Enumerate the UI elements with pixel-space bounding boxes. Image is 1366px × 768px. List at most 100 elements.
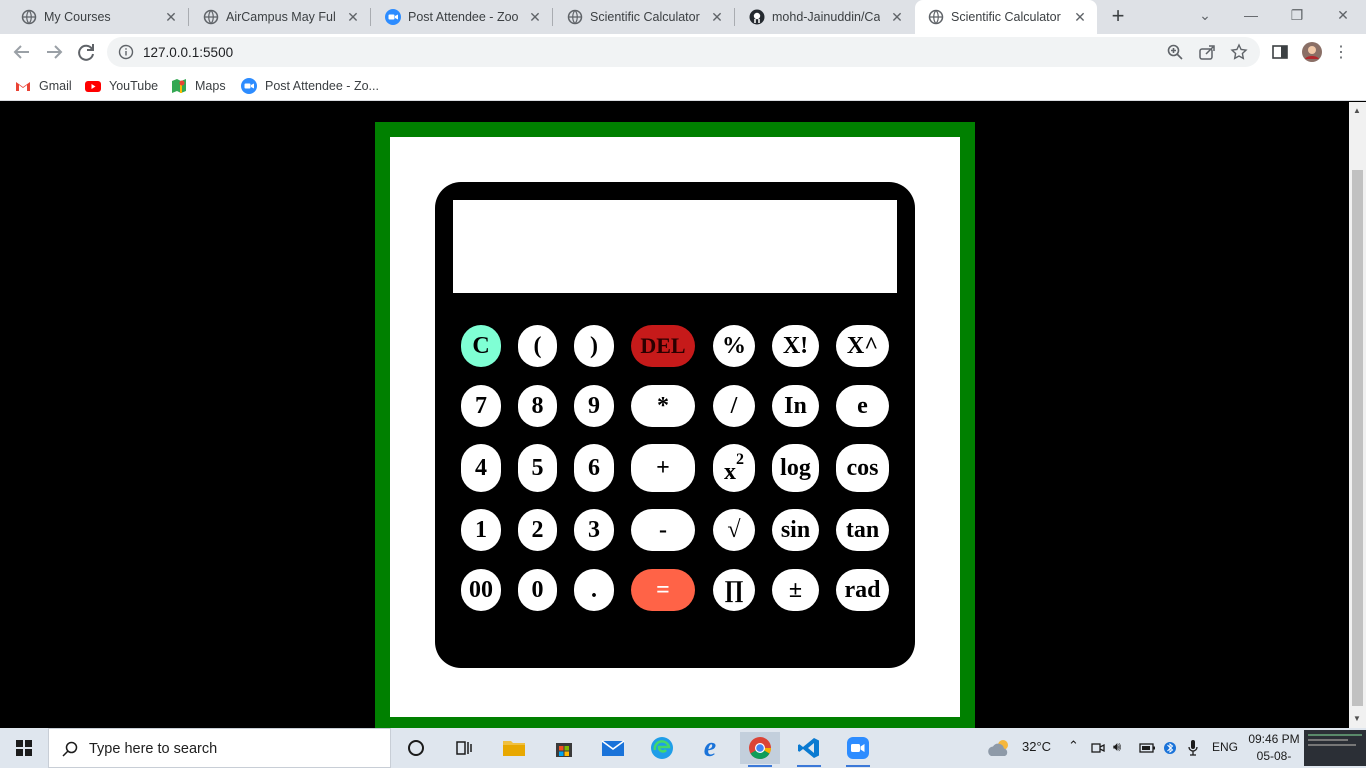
meet-now-icon[interactable] [1091, 741, 1105, 755]
browser-tab[interactable]: Scientific Calculator ✕ [554, 0, 735, 34]
page-scrollbar[interactable]: ▲ ▼ [1349, 102, 1366, 728]
task-view-icon[interactable] [444, 732, 484, 764]
input-language-indicator[interactable]: ENG [1212, 740, 1238, 754]
key-close-paren-button[interactable]: ) [574, 325, 614, 367]
edge-icon[interactable] [642, 732, 682, 764]
key-log-button[interactable]: log [772, 444, 819, 492]
reload-icon[interactable] [74, 40, 98, 64]
close-window-button[interactable]: ✕ [1328, 4, 1358, 26]
calculator-display[interactable] [453, 200, 897, 293]
key-label: 3 [588, 516, 600, 543]
address-bar[interactable]: 127.0.0.1:5500 [107, 37, 1260, 67]
key-00-button[interactable]: 00 [461, 569, 501, 611]
bookmark-maps[interactable]: Maps [171, 77, 226, 95]
close-tab-icon[interactable]: ✕ [526, 8, 544, 26]
battery-icon[interactable] [1139, 741, 1157, 755]
key-e-button[interactable]: e [836, 385, 889, 427]
key-in-button[interactable]: In [772, 385, 819, 427]
key-0-button[interactable]: 0 [518, 569, 557, 611]
key-multiply-button[interactable]: * [631, 385, 695, 427]
key-sqrt-button[interactable]: √ [713, 509, 755, 551]
bookmark-zoom[interactable]: Post Attendee - Zo... [241, 77, 379, 95]
browser-menu-icon[interactable]: ⋮ [1333, 42, 1349, 62]
browser-tab[interactable]: Scientific Calculator ✕ [915, 0, 1097, 34]
close-tab-icon[interactable]: ✕ [1071, 8, 1089, 26]
key-decimal-button[interactable]: . [574, 569, 614, 611]
key-del-button[interactable]: DEL [631, 325, 695, 367]
key-9-button[interactable]: 9 [574, 385, 614, 427]
tab-search-icon[interactable]: ⌄ [1190, 4, 1220, 26]
bluetooth-icon[interactable] [1164, 739, 1176, 757]
key-plus-minus-button[interactable]: ± [772, 569, 819, 611]
key-plus-button[interactable]: + [631, 444, 695, 492]
key-8-button[interactable]: 8 [518, 385, 557, 427]
bookmark-youtube[interactable]: YouTube [85, 77, 158, 95]
windows-start-icon[interactable] [0, 728, 48, 768]
browser-tab[interactable]: AirCampus May Full St ✕ [190, 0, 371, 34]
browser-tab[interactable]: mohd-Jainuddin/Calcu ✕ [736, 0, 914, 34]
close-tab-icon[interactable]: ✕ [344, 8, 362, 26]
key-c-button[interactable]: C [461, 325, 501, 367]
site-info-icon[interactable] [118, 44, 134, 60]
close-tab-icon[interactable]: ✕ [708, 8, 726, 26]
key-tan-button[interactable]: tan [836, 509, 889, 551]
bookmark-gmail[interactable]: Gmail [15, 77, 72, 95]
new-tab-button[interactable]: + [1106, 5, 1130, 28]
scrollbar-thumb[interactable] [1352, 170, 1363, 706]
scroll-up-arrow-icon[interactable]: ▲ [1353, 106, 1361, 115]
system-clock[interactable]: 09:46 PM 05-08-2022 [1246, 731, 1302, 767]
profile-avatar[interactable] [1302, 42, 1322, 62]
vscode-icon[interactable] [789, 732, 829, 767]
calculator-frame: C () DEL% X! X^ 7 8 9 * / In e 4 5 6 + x 2 log cos 1 2 3 - √ sin t… [375, 122, 975, 728]
key-6-button[interactable]: 6 [574, 444, 614, 492]
weather-cloud-icon[interactable] [987, 736, 1013, 760]
key-square-button[interactable]: x2 [713, 444, 755, 492]
minimize-button[interactable]: — [1236, 4, 1266, 26]
key-4-button[interactable]: 4 [461, 444, 501, 492]
key-divide-button[interactable]: / [713, 385, 755, 427]
close-tab-icon[interactable]: ✕ [162, 8, 180, 26]
cortana-icon[interactable] [396, 732, 436, 764]
key-7-button[interactable]: 7 [461, 385, 501, 427]
key-sin-button[interactable]: sin [772, 509, 819, 551]
key-3-button[interactable]: 3 [574, 509, 614, 551]
key-equals-button[interactable]: = [631, 569, 695, 611]
browser-tab[interactable]: My Courses ✕ [8, 0, 189, 34]
restore-button[interactable]: ❐ [1282, 4, 1312, 26]
key-5-button[interactable]: 5 [518, 444, 557, 492]
back-arrow-icon[interactable] [10, 40, 34, 64]
internet-explorer-icon[interactable]: e [690, 732, 730, 764]
key-power-button[interactable]: X^ [836, 325, 889, 367]
chrome-icon[interactable] [740, 732, 780, 767]
key-open-paren-button[interactable]: ( [518, 325, 557, 367]
file-explorer-icon[interactable] [494, 732, 534, 764]
scroll-down-arrow-icon[interactable]: ▼ [1353, 714, 1361, 723]
key-pi-button[interactable]: ∏ [713, 569, 755, 611]
key-rad-button[interactable]: rad [836, 569, 889, 611]
close-tab-icon[interactable]: ✕ [888, 8, 906, 26]
microphone-icon[interactable] [1187, 739, 1199, 757]
browser-tab[interactable]: Post Attendee - Zoom ✕ [372, 0, 553, 34]
bookmark-star-icon[interactable] [1230, 43, 1248, 61]
microsoft-store-icon[interactable] [544, 732, 584, 764]
side-panel-icon[interactable] [1270, 42, 1290, 62]
weather-temperature[interactable]: 32°C [1022, 739, 1051, 754]
zoom-app-icon[interactable] [838, 732, 878, 767]
forward-arrow-icon[interactable] [42, 40, 66, 64]
key-1-button[interactable]: 1 [461, 509, 501, 551]
search-icon [62, 741, 78, 757]
speaker-icon[interactable]: 🔊︎ [1113, 739, 1121, 755]
show-hidden-icons-chevron-icon[interactable]: ⌃ [1068, 738, 1079, 754]
key-cos-button[interactable]: cos [836, 444, 889, 492]
key-2-button[interactable]: 2 [518, 509, 557, 551]
share-icon[interactable] [1198, 43, 1216, 61]
clock-date: 05-08-2022 [1256, 749, 1292, 767]
key-minus-button[interactable]: - [631, 509, 695, 551]
key-percent-button[interactable]: % [713, 325, 755, 367]
globe-icon [21, 9, 37, 25]
zoom-magnifier-icon[interactable] [1166, 43, 1184, 61]
taskbar-search-box[interactable]: Type here to search [48, 728, 391, 768]
key-factorial-button[interactable]: X! [772, 325, 819, 367]
notification-preview-thumbnail[interactable] [1304, 730, 1366, 766]
mail-icon[interactable] [593, 732, 633, 764]
